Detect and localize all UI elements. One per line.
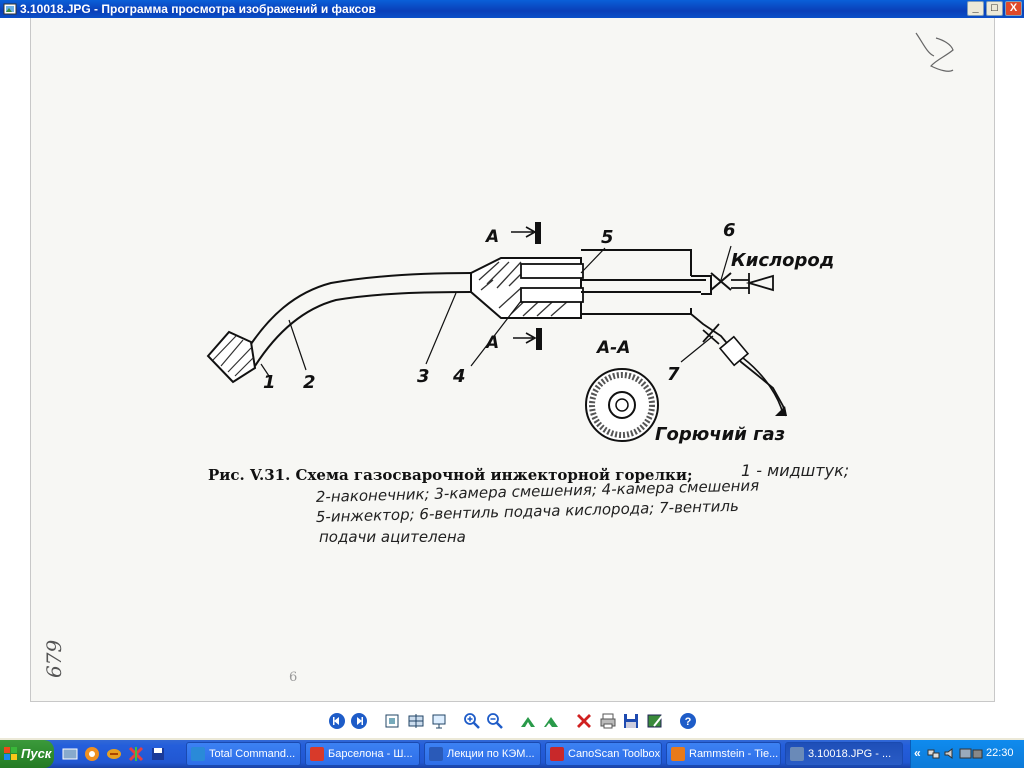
task-icon [191,747,205,761]
label-6: 6 [723,220,736,241]
maximize-button[interactable]: □ [986,1,1003,16]
task-icon [310,747,324,761]
start-label: Пуск [21,746,52,761]
slideshow-icon[interactable] [430,712,448,730]
delete-icon[interactable] [575,712,593,730]
rotate-ccw-icon[interactable] [542,712,560,730]
task-total-commander[interactable]: Total Command... [186,742,301,766]
label-arrow-a-bottom: А [484,333,499,353]
scanned-page: 679 А А 5 6 Кислород 1 2 3 4 А-А 7 Горюч… [30,18,995,702]
actual-size-icon[interactable] [407,712,425,730]
tray-app2-icon[interactable] [971,747,984,760]
taskbar: Пуск Total Command... Барселона - Ш... Л… [0,740,1024,768]
save-icon[interactable] [622,712,640,730]
task-image-viewer[interactable]: 3.10018.JPG - ... [785,742,903,766]
rotate-cw-icon[interactable] [519,712,537,730]
clock: 22:30 [986,747,1014,759]
next-icon[interactable] [350,712,368,730]
title-bar: 3.10018.JPG - Программа просмотра изобра… [0,0,1024,18]
media-player-icon[interactable] [106,746,122,762]
caption-hand-4: подачи ацителена [319,528,466,546]
print-icon[interactable] [599,712,617,730]
zoom-in-icon[interactable] [463,712,481,730]
prev-icon[interactable] [328,712,346,730]
label-5: 5 [601,227,614,248]
task-label: CanoScan Toolbox [568,748,661,760]
label-oxygen: Кислород [731,250,834,271]
window-title: 3.10018.JPG - Программа просмотра изобра… [20,2,376,16]
windows-logo-icon [4,747,17,760]
minimize-button[interactable]: _ [967,1,984,16]
close-button[interactable]: X [1005,1,1022,16]
task-label: Total Command... [209,748,296,760]
image-viewer-icon [3,3,17,15]
task-canoscan[interactable]: CanoScan Toolbox [545,742,662,766]
task-barcelona[interactable]: Барселона - Ш... [305,742,420,766]
scan-scribble [915,32,954,72]
task-label: Rammstein - Tie... [689,748,779,760]
task-icon [550,747,564,761]
label-2: 2 [303,372,316,393]
disk-icon[interactable] [150,746,166,762]
start-button[interactable]: Пуск [0,740,54,768]
torch-diagram: 679 А А 5 6 Кислород 1 2 3 4 А-А 7 Горюч… [42,32,954,685]
help-icon[interactable]: ? [679,712,697,730]
browser-icon[interactable] [84,746,100,762]
task-icon [429,747,443,761]
volume-icon[interactable] [943,747,956,760]
label-3: 3 [417,366,430,387]
tray-expand-button[interactable]: « [914,746,921,760]
image-view-area: 679 А А 5 6 Кислород 1 2 3 4 А-А 7 Горюч… [0,18,1024,706]
label-arrow-a-top: А [484,227,499,247]
app-quicklaunch-icon[interactable] [128,746,144,762]
task-label: Лекции по КЭМ... [447,748,535,760]
task-label: Барселона - Ш... [328,748,413,760]
edit-icon[interactable] [646,712,664,730]
task-icon [671,747,685,761]
task-lectures[interactable]: Лекции по КЭМ... [424,742,541,766]
task-label: 3.10018.JPG - ... [808,748,892,760]
page-number: 6 [289,670,297,685]
margin-note: 679 [42,640,66,678]
label-1: 1 [263,372,276,393]
network-icon[interactable] [927,747,940,760]
label-section: А-А [595,338,630,358]
label-fuel-gas: Горючий газ [655,424,785,445]
best-fit-icon[interactable] [383,712,401,730]
viewer-toolbar: ? [0,706,1024,738]
show-desktop-icon[interactable] [62,746,78,762]
label-7: 7 [667,364,680,385]
task-rammstein[interactable]: Rammstein - Tie... [666,742,781,766]
zoom-out-icon[interactable] [486,712,504,730]
label-4: 4 [452,366,466,387]
svg-text:?: ? [685,716,692,728]
system-tray: « 22:30 [910,740,1024,768]
task-icon [790,747,804,761]
